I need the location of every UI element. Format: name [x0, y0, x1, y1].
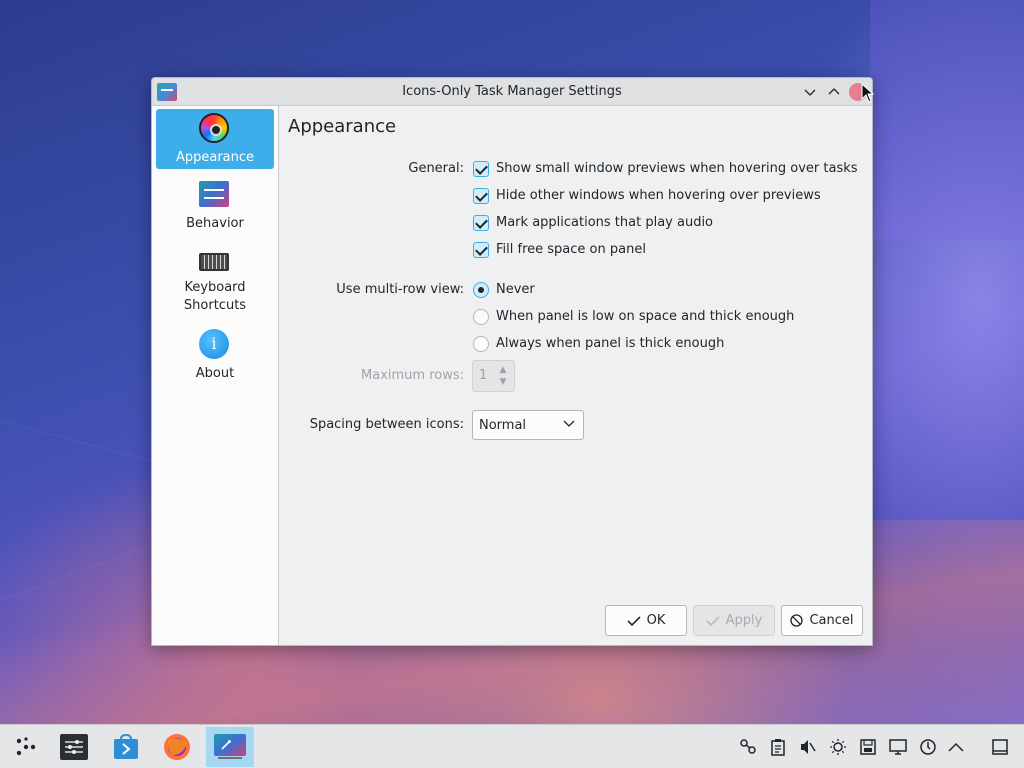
display-tray-button[interactable]	[888, 737, 908, 757]
ok-button[interactable]: OK	[605, 605, 687, 636]
sidebar-item-appearance[interactable]: Appearance	[156, 109, 274, 169]
task-system-settings[interactable]	[56, 729, 92, 765]
application-launcher-button[interactable]	[8, 729, 44, 765]
chevron-up-icon	[948, 742, 964, 752]
brightness-icon	[830, 739, 846, 755]
power-tray-button[interactable]	[918, 737, 938, 757]
maximum-rows-label: Maximum rows:	[361, 368, 464, 383]
show-hidden-tray-button[interactable]	[946, 737, 966, 757]
window-title: Icons-Only Task Manager Settings	[402, 84, 622, 99]
wallpaper-shape	[870, 0, 1024, 240]
mark-audio-checkbox[interactable]	[473, 215, 489, 231]
general-label: General:	[408, 161, 464, 176]
multirow-label: Use multi-row view:	[336, 282, 464, 297]
show-desktop-button[interactable]	[990, 737, 1010, 757]
multirow-always-radio[interactable]	[473, 336, 489, 352]
chevron-up-icon	[828, 88, 840, 95]
display-icon	[889, 739, 907, 755]
discover-store-icon	[114, 734, 138, 759]
cancel-button-label: Cancel	[809, 613, 854, 628]
title-bar[interactable]: Icons-Only Task Manager Settings	[152, 78, 872, 106]
apply-button-label: Apply	[725, 613, 763, 628]
task-firefox[interactable]	[159, 729, 195, 765]
fill-free-space-checkbox[interactable]	[473, 242, 489, 258]
sidebar-item-keyboard-shortcuts[interactable]: Keyboard Shortcuts	[156, 243, 274, 319]
volume-muted-icon	[801, 740, 816, 754]
window-previews-checkbox[interactable]	[473, 161, 489, 177]
task-discover[interactable]	[108, 729, 144, 765]
sidebar-item-label: Appearance	[175, 150, 255, 165]
checkmark-icon	[706, 615, 720, 626]
sidebar-item-label: About	[195, 366, 235, 381]
cancel-button[interactable]: Cancel	[781, 605, 863, 636]
color-wheel-icon	[199, 113, 229, 143]
sliders-icon	[199, 181, 229, 207]
category-sidebar: Appearance Behavior Keyboard Shortcuts i…	[152, 106, 279, 645]
cancel-icon	[790, 614, 804, 627]
ok-button-label: OK	[646, 613, 666, 628]
spacing-value: Normal	[479, 418, 527, 433]
keyboard-icon	[199, 253, 229, 271]
checkmark-icon	[627, 615, 641, 626]
multirow-low-space-label[interactable]: When panel is low on space and thick eno…	[496, 309, 794, 324]
volume-tray-button[interactable]	[798, 737, 818, 757]
sidebar-item-label: Keyboard Shortcuts	[183, 280, 247, 313]
task-manager-settings-icon	[214, 734, 246, 759]
disks-tray-button[interactable]	[858, 737, 878, 757]
hide-other-windows-checkbox[interactable]	[473, 188, 489, 204]
settings-dialog: Icons-Only Task Manager Settings Appeara…	[151, 77, 873, 646]
taskbar	[0, 724, 1024, 768]
spacing-label: Spacing between icons:	[309, 417, 464, 432]
firefox-icon	[164, 734, 190, 760]
spacing-combobox[interactable]: Normal	[472, 410, 584, 440]
sidebar-item-behavior[interactable]: Behavior	[156, 175, 274, 235]
hide-other-windows-label[interactable]: Hide other windows when hovering over pr…	[496, 188, 821, 203]
chevron-down-icon	[563, 420, 575, 427]
sidebar-item-about[interactable]: i About	[156, 325, 274, 385]
multirow-low-space-radio[interactable]	[473, 309, 489, 325]
maximum-rows-value: 1	[479, 368, 488, 383]
apply-button[interactable]: Apply	[693, 605, 775, 636]
network-icon	[740, 739, 756, 754]
minimize-button[interactable]	[801, 83, 819, 101]
page-title: Appearance	[288, 116, 397, 137]
fill-free-space-label[interactable]: Fill free space on panel	[496, 242, 646, 257]
multirow-never-label[interactable]: Never	[496, 282, 535, 297]
brightness-tray-button[interactable]	[828, 737, 848, 757]
system-settings-icon	[60, 734, 88, 760]
show-desktop-icon	[992, 739, 1008, 755]
sidebar-item-label: Behavior	[186, 216, 244, 231]
multirow-never-radio[interactable]	[473, 282, 489, 298]
spin-up-icon[interactable]: ▲	[497, 365, 509, 375]
application-launcher-icon	[16, 737, 36, 756]
window-previews-label[interactable]: Show small window previews when hovering…	[496, 161, 858, 176]
multirow-always-label[interactable]: Always when panel is thick enough	[496, 336, 724, 351]
maximize-button[interactable]	[825, 83, 843, 101]
maximum-rows-spinbox[interactable]: 1 ▲ ▼	[472, 360, 515, 392]
spin-down-icon[interactable]: ▼	[497, 377, 509, 387]
task-task-manager-settings[interactable]	[206, 727, 254, 767]
clipboard-tray-button[interactable]	[768, 737, 788, 757]
mark-audio-label[interactable]: Mark applications that play audio	[496, 215, 713, 230]
power-icon	[920, 739, 936, 755]
disks-icon	[860, 739, 876, 755]
chevron-down-icon	[804, 89, 816, 96]
clipboard-icon	[771, 739, 785, 756]
info-icon: i	[199, 329, 229, 359]
mouse-cursor-icon	[861, 83, 875, 103]
network-tray-button[interactable]	[738, 737, 758, 757]
